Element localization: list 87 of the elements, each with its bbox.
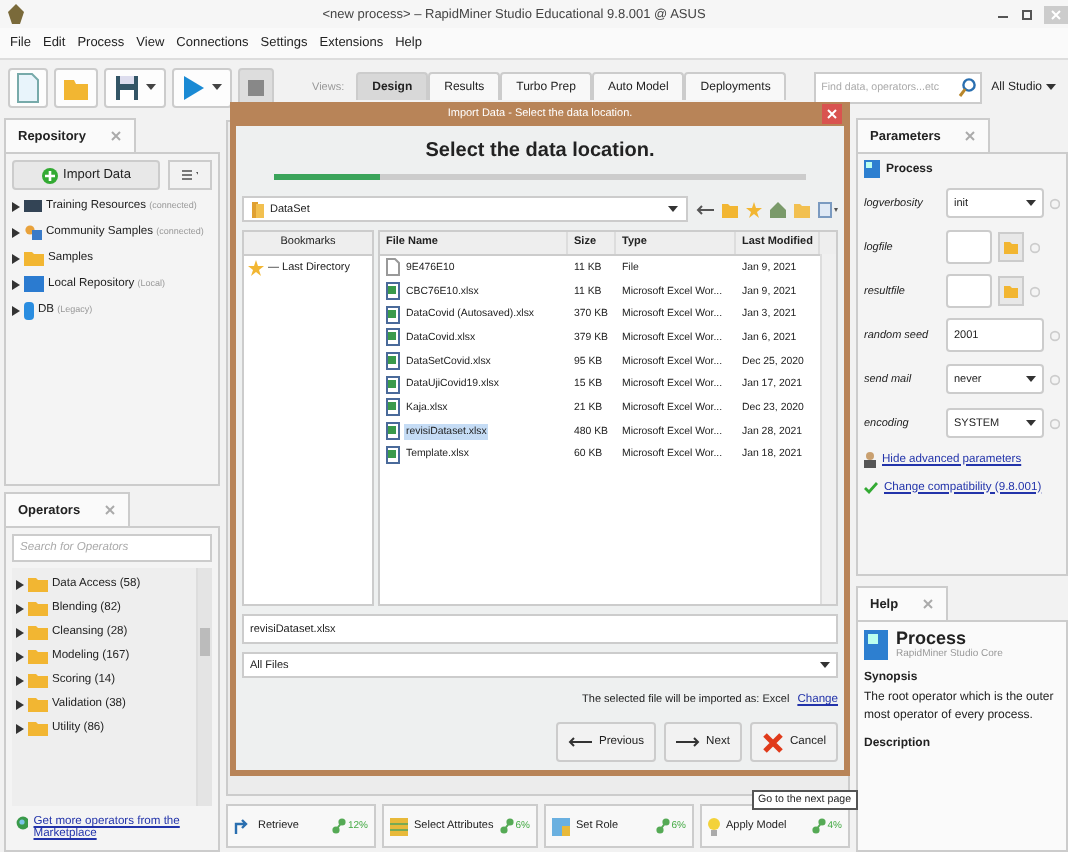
save-icon bbox=[114, 74, 140, 102]
caret-icon bbox=[668, 205, 678, 213]
star-icon bbox=[248, 260, 264, 276]
app-logo-icon bbox=[8, 4, 24, 24]
expand-arrow-icon[interactable] bbox=[16, 675, 24, 685]
run-button[interactable] bbox=[172, 68, 232, 108]
person-icon bbox=[864, 451, 876, 467]
folder-icon bbox=[24, 250, 44, 266]
lightbulb-icon bbox=[707, 817, 720, 835]
play-icon bbox=[182, 74, 206, 102]
arrow-icon bbox=[234, 817, 252, 835]
right-arrow-icon bbox=[676, 736, 701, 748]
scrollbar[interactable] bbox=[196, 568, 212, 806]
folder-icon bbox=[1004, 284, 1018, 298]
plus-icon bbox=[41, 167, 58, 183]
info-icon[interactable] bbox=[1030, 285, 1040, 297]
expand-arrow-icon[interactable] bbox=[16, 699, 24, 709]
folder-icon[interactable] bbox=[722, 201, 738, 217]
dialog-heading: Select the data location. bbox=[423, 140, 657, 162]
info-icon[interactable] bbox=[1050, 373, 1060, 385]
view-menu-icon[interactable] bbox=[818, 201, 838, 217]
expand-arrow-icon[interactable] bbox=[12, 253, 20, 263]
caret-icon bbox=[1046, 84, 1056, 92]
expand-arrow-icon[interactable] bbox=[16, 651, 24, 661]
new-process-button[interactable] bbox=[8, 68, 48, 108]
maximize-icon[interactable] bbox=[1020, 7, 1034, 21]
search-icon[interactable] bbox=[957, 78, 976, 98]
parameter-field[interactable] bbox=[946, 274, 992, 308]
caret-icon bbox=[1026, 419, 1036, 427]
drive-icon bbox=[24, 276, 44, 292]
expand-arrow-icon[interactable] bbox=[12, 227, 20, 237]
table-icon bbox=[551, 817, 570, 835]
expand-arrow-icon[interactable] bbox=[16, 627, 24, 637]
expand-arrow-icon[interactable] bbox=[12, 201, 20, 211]
folder-button[interactable] bbox=[998, 232, 1024, 262]
close-icon[interactable] bbox=[922, 598, 935, 610]
menu-icon bbox=[182, 170, 198, 180]
expand-arrow-icon[interactable] bbox=[12, 305, 20, 315]
caret-icon bbox=[820, 661, 830, 669]
expand-arrow-icon[interactable] bbox=[16, 579, 24, 589]
help-title: Process bbox=[896, 628, 969, 648]
caret-icon bbox=[146, 84, 156, 92]
database-icon bbox=[24, 301, 34, 319]
connection-icon bbox=[811, 818, 826, 834]
info-icon[interactable] bbox=[1050, 329, 1060, 341]
expand-arrow-icon[interactable] bbox=[16, 603, 24, 613]
home-icon[interactable] bbox=[770, 201, 786, 217]
people-icon bbox=[24, 224, 42, 240]
cross-icon bbox=[761, 731, 784, 753]
info-icon[interactable] bbox=[1050, 417, 1060, 429]
open-button[interactable] bbox=[54, 68, 98, 108]
folder-icon bbox=[1004, 240, 1018, 254]
close-icon[interactable] bbox=[822, 104, 842, 124]
info-icon[interactable] bbox=[1030, 241, 1040, 253]
table-icon bbox=[390, 817, 408, 835]
close-icon[interactable] bbox=[109, 130, 122, 142]
checkmark-icon bbox=[864, 481, 878, 493]
file-icon bbox=[386, 258, 400, 277]
options-button[interactable] bbox=[168, 160, 212, 190]
scrollbar[interactable] bbox=[820, 254, 836, 604]
close-icon[interactable] bbox=[964, 130, 977, 142]
info-icon[interactable] bbox=[1050, 197, 1060, 209]
close-icon[interactable] bbox=[1044, 5, 1068, 23]
save-button[interactable] bbox=[104, 68, 166, 108]
connection-icon bbox=[655, 818, 670, 834]
caret-icon bbox=[1026, 375, 1036, 383]
process-icon bbox=[864, 629, 888, 659]
left-arrow-icon bbox=[568, 736, 593, 748]
stop-icon bbox=[248, 80, 264, 96]
new-file-icon bbox=[16, 72, 40, 104]
caret-icon bbox=[1026, 199, 1036, 207]
globe-icon bbox=[16, 816, 28, 832]
folder-button[interactable] bbox=[998, 276, 1024, 306]
monitor-icon bbox=[24, 198, 42, 214]
parameter-field[interactable] bbox=[946, 230, 992, 264]
connection-icon bbox=[499, 818, 514, 834]
process-icon bbox=[864, 160, 880, 178]
back-arrow-icon[interactable] bbox=[696, 203, 714, 215]
caret-icon bbox=[212, 84, 222, 92]
folder-icon bbox=[252, 201, 264, 217]
connection-icon bbox=[331, 818, 346, 834]
expand-arrow-icon[interactable] bbox=[12, 279, 20, 289]
folder-icon[interactable] bbox=[794, 201, 810, 217]
star-icon[interactable] bbox=[746, 201, 762, 217]
close-icon[interactable] bbox=[104, 504, 117, 516]
expand-arrow-icon[interactable] bbox=[16, 723, 24, 733]
folder-icon bbox=[62, 74, 90, 102]
